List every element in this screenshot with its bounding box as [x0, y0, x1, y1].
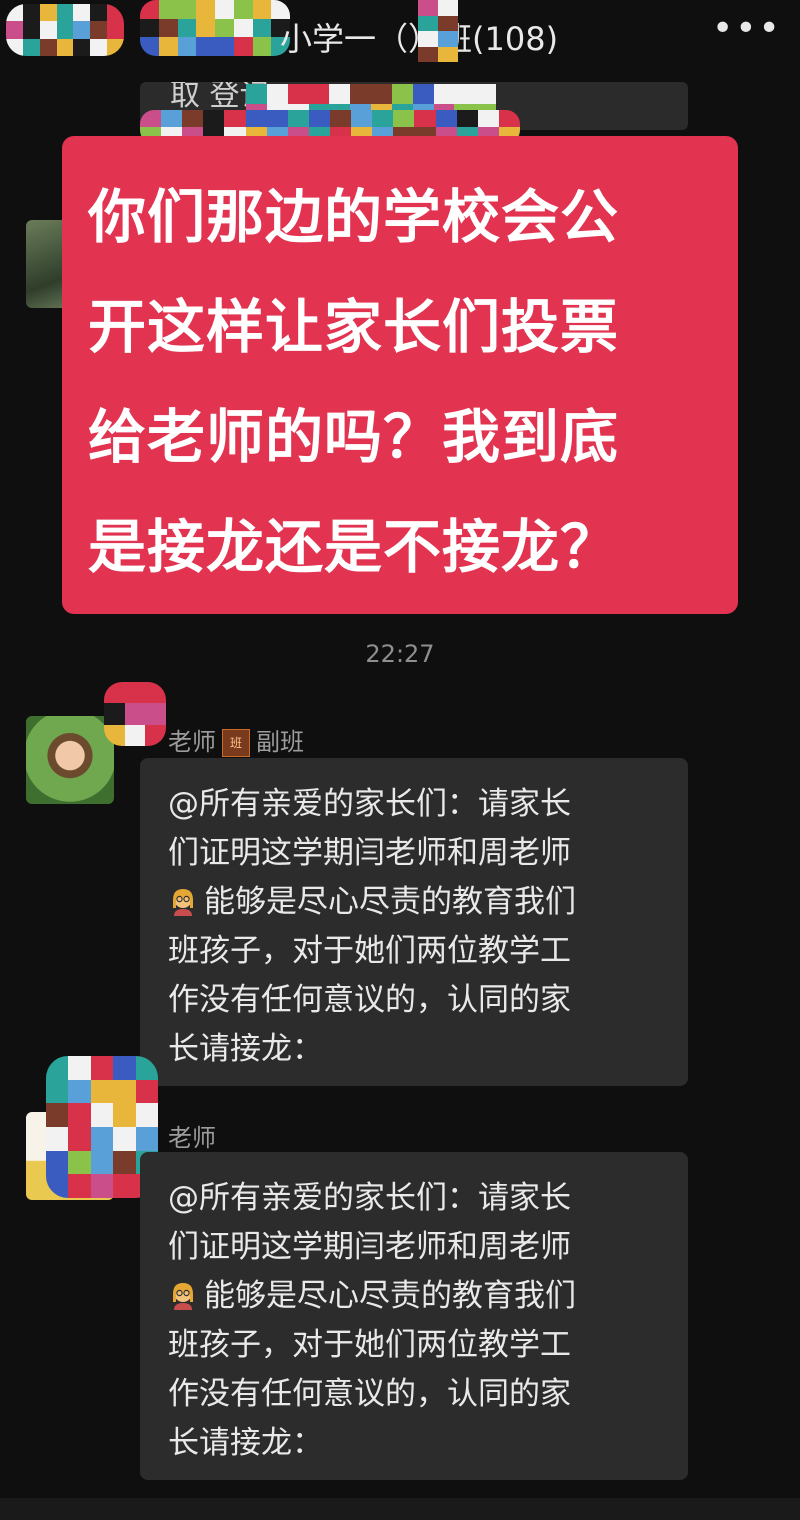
more-options-button[interactable]: •••	[712, 11, 780, 54]
message-line: 能够是尽心尽责的教育我们	[204, 884, 576, 920]
message-line: 能够是尽心尽责的教育我们	[204, 1278, 576, 1314]
message-line: 作没有任何意议的，认同的家	[168, 1376, 571, 1412]
class-badge-icon: 班	[222, 729, 250, 757]
message-line: @所有亲爱的家长们：请家长	[168, 1180, 571, 1216]
caption-line-1: 你们那边的学校会公	[88, 183, 620, 251]
message-line-with-emoji: 能够是尽心尽责的教育我们	[168, 1272, 668, 1321]
message-line: 班孩子，对于她们两位教学工	[168, 933, 571, 969]
redacted-group-name	[140, 0, 290, 56]
caption-line-4: 是接龙还是不接龙？	[88, 513, 620, 581]
message-line: 长请接龙：	[168, 1425, 323, 1461]
message-line: @所有亲爱的家长们：请家长	[168, 786, 571, 822]
message-text-2: @所有亲爱的家长们：请家长 们证明这学期闫老师和周老师 能够是尽心尽责的教育我们…	[168, 1174, 668, 1468]
message-timestamp: 22:27	[365, 640, 435, 668]
message-line: 长请接龙：	[168, 1031, 323, 1067]
sender-name-text: 老师	[168, 1124, 216, 1152]
message-line-with-emoji: 能够是尽心尽责的教育我们	[168, 878, 668, 927]
sender-name-2: 老师	[168, 1118, 216, 1153]
message-bubble-1[interactable]: @所有亲爱的家长们：请家长 们证明这学期闫老师和周老师 能够是尽心尽责的教育我们…	[140, 758, 688, 1086]
teacher-emoji-icon	[173, 889, 193, 916]
redacted-back-area[interactable]	[6, 4, 124, 56]
sender-name-1: 老师班副班	[168, 722, 304, 757]
message-line: 们证明这学期闫老师和周老师	[168, 1229, 571, 1265]
caption-line-3: 给老师的吗？我到底	[88, 403, 620, 471]
input-bar-edge	[0, 1498, 800, 1520]
redacted-class-number	[418, 0, 458, 62]
caption-overlay: 你们那边的学校会公 开这样让家长们投票 给老师的吗？我到底 是接龙还是不接龙？	[62, 136, 738, 614]
chat-header: 小学一（）班(108) •••	[0, 0, 800, 70]
sender-role: 副班	[256, 728, 304, 756]
caption-line-2: 开这样让家长们投票	[88, 293, 620, 361]
message-line: 们证明这学期闫老师和周老师	[168, 835, 571, 871]
message-text-1: @所有亲爱的家长们：请家长 们证明这学期闫老师和周老师 能够是尽心尽责的教育我们…	[168, 780, 668, 1074]
message-line: 班孩子，对于她们两位教学工	[168, 1327, 571, 1363]
message-line: 作没有任何意议的，认同的家	[168, 982, 571, 1018]
redacted-sender-name-1	[104, 682, 166, 746]
teacher-emoji-icon	[173, 1283, 193, 1310]
sender-name-text: 老师	[168, 728, 216, 756]
avatar-teacher-1[interactable]	[26, 716, 114, 804]
message-bubble-2[interactable]: @所有亲爱的家长们：请家长 们证明这学期闫老师和周老师 能够是尽心尽责的教育我们…	[140, 1152, 688, 1480]
